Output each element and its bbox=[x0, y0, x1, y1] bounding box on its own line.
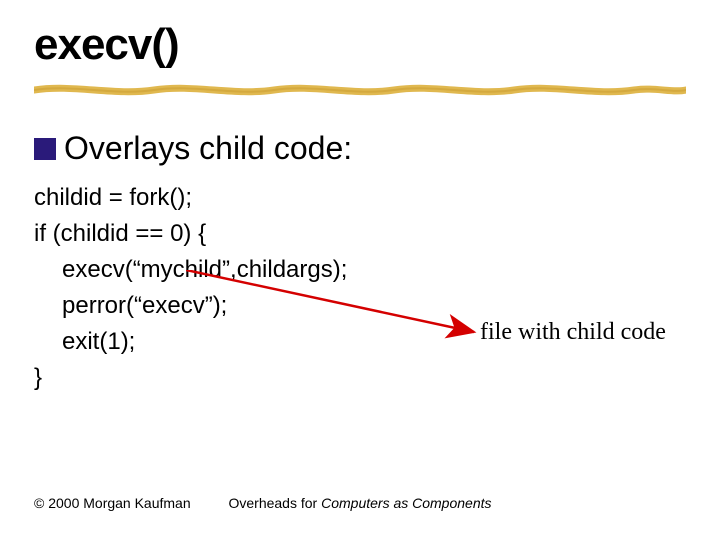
footer-center: Overheads for Computers as Components bbox=[228, 494, 491, 512]
code-line: if (childid == 0) { bbox=[34, 216, 347, 252]
code-line: execv(“mychild”,childargs); bbox=[34, 252, 347, 288]
code-block: childid = fork(); if (childid == 0) { ex… bbox=[34, 180, 347, 396]
title-wrap: execv() bbox=[34, 20, 179, 70]
bullet-square-icon bbox=[34, 138, 56, 160]
footer-center-plain: Overheads for bbox=[228, 495, 321, 511]
code-line: } bbox=[34, 360, 347, 396]
slide: execv() Overlays child code: childid = f… bbox=[0, 0, 720, 540]
slide-title: execv() bbox=[34, 20, 179, 70]
footer-copyright: © 2000 Morgan Kaufman bbox=[34, 494, 191, 512]
code-line: childid = fork(); bbox=[34, 180, 347, 216]
code-line: exit(1); bbox=[34, 324, 347, 360]
code-line: perror(“execv”); bbox=[34, 288, 347, 324]
footer-center-italic: Computers as Components bbox=[321, 495, 491, 511]
bullet-text: Overlays child code: bbox=[64, 130, 352, 167]
annotation-text: file with child code bbox=[480, 319, 666, 346]
title-underline bbox=[34, 82, 686, 94]
bullet-row: Overlays child code: bbox=[34, 130, 352, 167]
